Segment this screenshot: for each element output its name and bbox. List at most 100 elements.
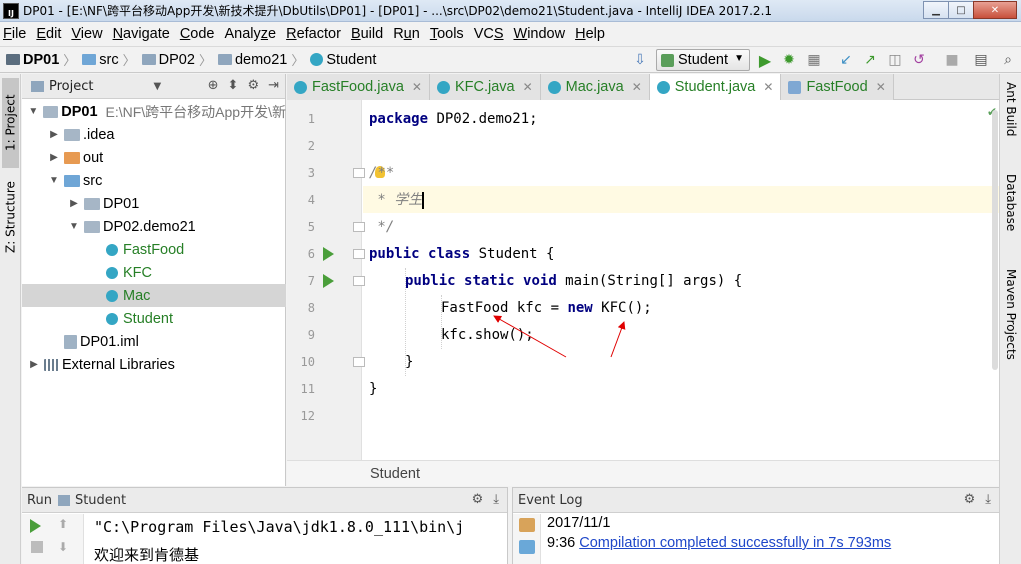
tab-project[interactable]: 1: Project [2, 78, 19, 168]
tree-item-label: Student [123, 310, 173, 327]
editor-tab[interactable]: KFC.java ✕ [429, 74, 541, 100]
search-icon[interactable]: ⌕ [1000, 52, 1016, 68]
menu-item[interactable]: Build [351, 26, 383, 42]
gear-icon[interactable]: ⚙ [247, 78, 259, 93]
menu-item[interactable]: Tools [430, 26, 464, 42]
build-project-icon[interactable]: ⇩ [632, 52, 648, 68]
editor-tab[interactable]: Mac.java ✕ [540, 74, 650, 100]
chevron-right-icon[interactable]: ▶ [68, 198, 80, 209]
chevron-down-icon[interactable]: ▼ [68, 221, 80, 232]
folder-icon [64, 174, 80, 187]
tree-item[interactable]: KFC [22, 261, 286, 284]
stop-icon[interactable]: ■ [944, 52, 960, 68]
close-icon[interactable]: ✕ [412, 80, 422, 94]
run-panel: Run Student ⚙ ⤓ ⬆ ⬇ "C:\Program Files\Jav… [22, 487, 508, 564]
vcs-revert-icon[interactable]: ↺ [911, 52, 927, 68]
close-icon[interactable]: ✕ [763, 80, 773, 94]
vcs-commit-icon[interactable]: ↗ [862, 52, 878, 68]
minimize-button[interactable]: ▁ [923, 1, 949, 19]
tree-item[interactable]: Student [22, 307, 286, 330]
breadcrumb-src[interactable]: src 〉 [76, 50, 136, 69]
run-configuration-select[interactable]: Student ▼ [656, 49, 750, 71]
menu-item[interactable]: Analyze [225, 26, 277, 42]
intellij-app-icon: IJ [3, 2, 19, 19]
menu-item[interactable]: VCS [474, 26, 504, 42]
down-arrow-icon[interactable]: ⬇ [58, 540, 68, 554]
scroll-from-source-icon[interactable]: ⊕ [208, 78, 219, 93]
editor-tab[interactable]: FastFood ✕ [781, 74, 894, 100]
menu-item[interactable]: Edit [36, 26, 61, 42]
vcs-update-icon[interactable]: ↙ [838, 52, 854, 68]
event-message-link[interactable]: Compilation completed successfully in 7s… [579, 535, 891, 551]
editor-tab[interactable]: FastFood.java ✕ [287, 74, 430, 100]
breadcrumb-class[interactable]: Student [304, 52, 376, 68]
fold-icon[interactable] [353, 276, 365, 286]
chevron-right-icon[interactable]: ▶ [28, 359, 40, 370]
fold-icon[interactable] [353, 168, 365, 178]
chevron-right-icon[interactable]: ▶ [48, 152, 60, 163]
breadcrumb-subpackage[interactable]: demo21 〉 [212, 50, 304, 69]
debug-icon[interactable]: ✹ [781, 52, 797, 68]
line-number: 4 [307, 193, 315, 207]
hide-icon[interactable]: ⤓ [493, 492, 499, 507]
menu-item[interactable]: Refactor [286, 26, 341, 42]
chevron-down-icon[interactable]: ▼ [28, 106, 39, 117]
window-controls: ▁ □ ✕ [923, 1, 1017, 19]
editor-tab[interactable]: Student.java ✕ [649, 74, 782, 100]
menu-item[interactable]: Run [393, 26, 420, 42]
tab-maven-projects[interactable]: Maven Projects [1003, 269, 1019, 379]
tab-database[interactable]: Database [1003, 174, 1019, 254]
tree-item[interactable]: ▼ DP01 E:\NF\跨平台移动App开发\新 [22, 100, 286, 123]
stop-icon[interactable] [31, 541, 43, 553]
project-panel-title[interactable]: Project [49, 79, 93, 94]
breadcrumb-project[interactable]: DP01 〉 [0, 50, 76, 69]
project-structure-icon[interactable]: ▤ [973, 52, 989, 68]
tree-item[interactable]: ▶ DP01 [22, 192, 286, 215]
tree-item[interactable]: ▶ .idea [22, 123, 286, 146]
balloon-icon[interactable] [519, 540, 535, 554]
tree-item[interactable]: ▼ DP02.demo21 [22, 215, 286, 238]
up-arrow-icon[interactable]: ⬆ [58, 517, 68, 531]
tree-item[interactable]: ▼ src [22, 169, 286, 192]
menu-item[interactable]: File [3, 26, 26, 42]
collapse-all-icon[interactable]: ⬍ [228, 78, 239, 93]
coverage-icon[interactable]: ▦ [806, 52, 822, 68]
gear-icon[interactable]: ⚙ [964, 492, 976, 507]
menu-item[interactable]: Navigate [113, 26, 170, 42]
menu-item[interactable]: View [71, 26, 102, 42]
run-icon[interactable]: ▶ [757, 51, 773, 70]
rerun-icon[interactable] [30, 519, 41, 533]
editor-breadcrumb[interactable]: Student [287, 460, 999, 486]
chevron-down-icon[interactable]: ▼ [153, 81, 161, 92]
run-tab-title[interactable]: Student [75, 493, 126, 508]
tree-item[interactable]: FastFood [22, 238, 286, 261]
fold-icon[interactable] [353, 357, 365, 367]
maximize-button[interactable]: □ [948, 1, 974, 19]
gear-icon[interactable]: ⚙ [472, 492, 484, 507]
menu-item[interactable]: Code [180, 26, 215, 42]
tree-item[interactable]: Mac [22, 284, 286, 307]
tab-structure[interactable]: Z: Structure [2, 174, 19, 260]
menu-item[interactable]: Help [575, 26, 605, 42]
hide-icon[interactable]: ⤓ [985, 492, 991, 507]
breadcrumb-package[interactable]: DP02 〉 [136, 50, 212, 69]
close-icon[interactable]: ✕ [876, 80, 886, 94]
close-icon[interactable]: ✕ [632, 80, 642, 94]
tree-item[interactable]: ▶ External Libraries [22, 353, 286, 376]
chevron-down-icon[interactable]: ▼ [48, 175, 60, 186]
tab-ant-build[interactable]: Ant Build [1003, 82, 1019, 162]
menu-item[interactable]: Window [514, 26, 566, 42]
fold-icon[interactable] [353, 222, 365, 232]
tree-item[interactable]: DP01.iml [22, 330, 286, 353]
close-button[interactable]: ✕ [973, 1, 1017, 19]
hide-icon[interactable]: ⇥ [268, 78, 279, 93]
run-gutter-icon[interactable] [323, 247, 334, 261]
chevron-right-icon[interactable]: ▶ [48, 129, 60, 140]
vcs-compare-icon[interactable]: ◫ [887, 52, 903, 68]
code-line: FastFood kfc = new KFC(); [441, 300, 652, 316]
fold-icon[interactable] [353, 249, 365, 259]
tree-item[interactable]: ▶ out [22, 146, 286, 169]
run-gutter-icon[interactable] [323, 274, 334, 288]
settings-icon[interactable] [519, 518, 535, 532]
close-icon[interactable]: ✕ [523, 80, 533, 94]
